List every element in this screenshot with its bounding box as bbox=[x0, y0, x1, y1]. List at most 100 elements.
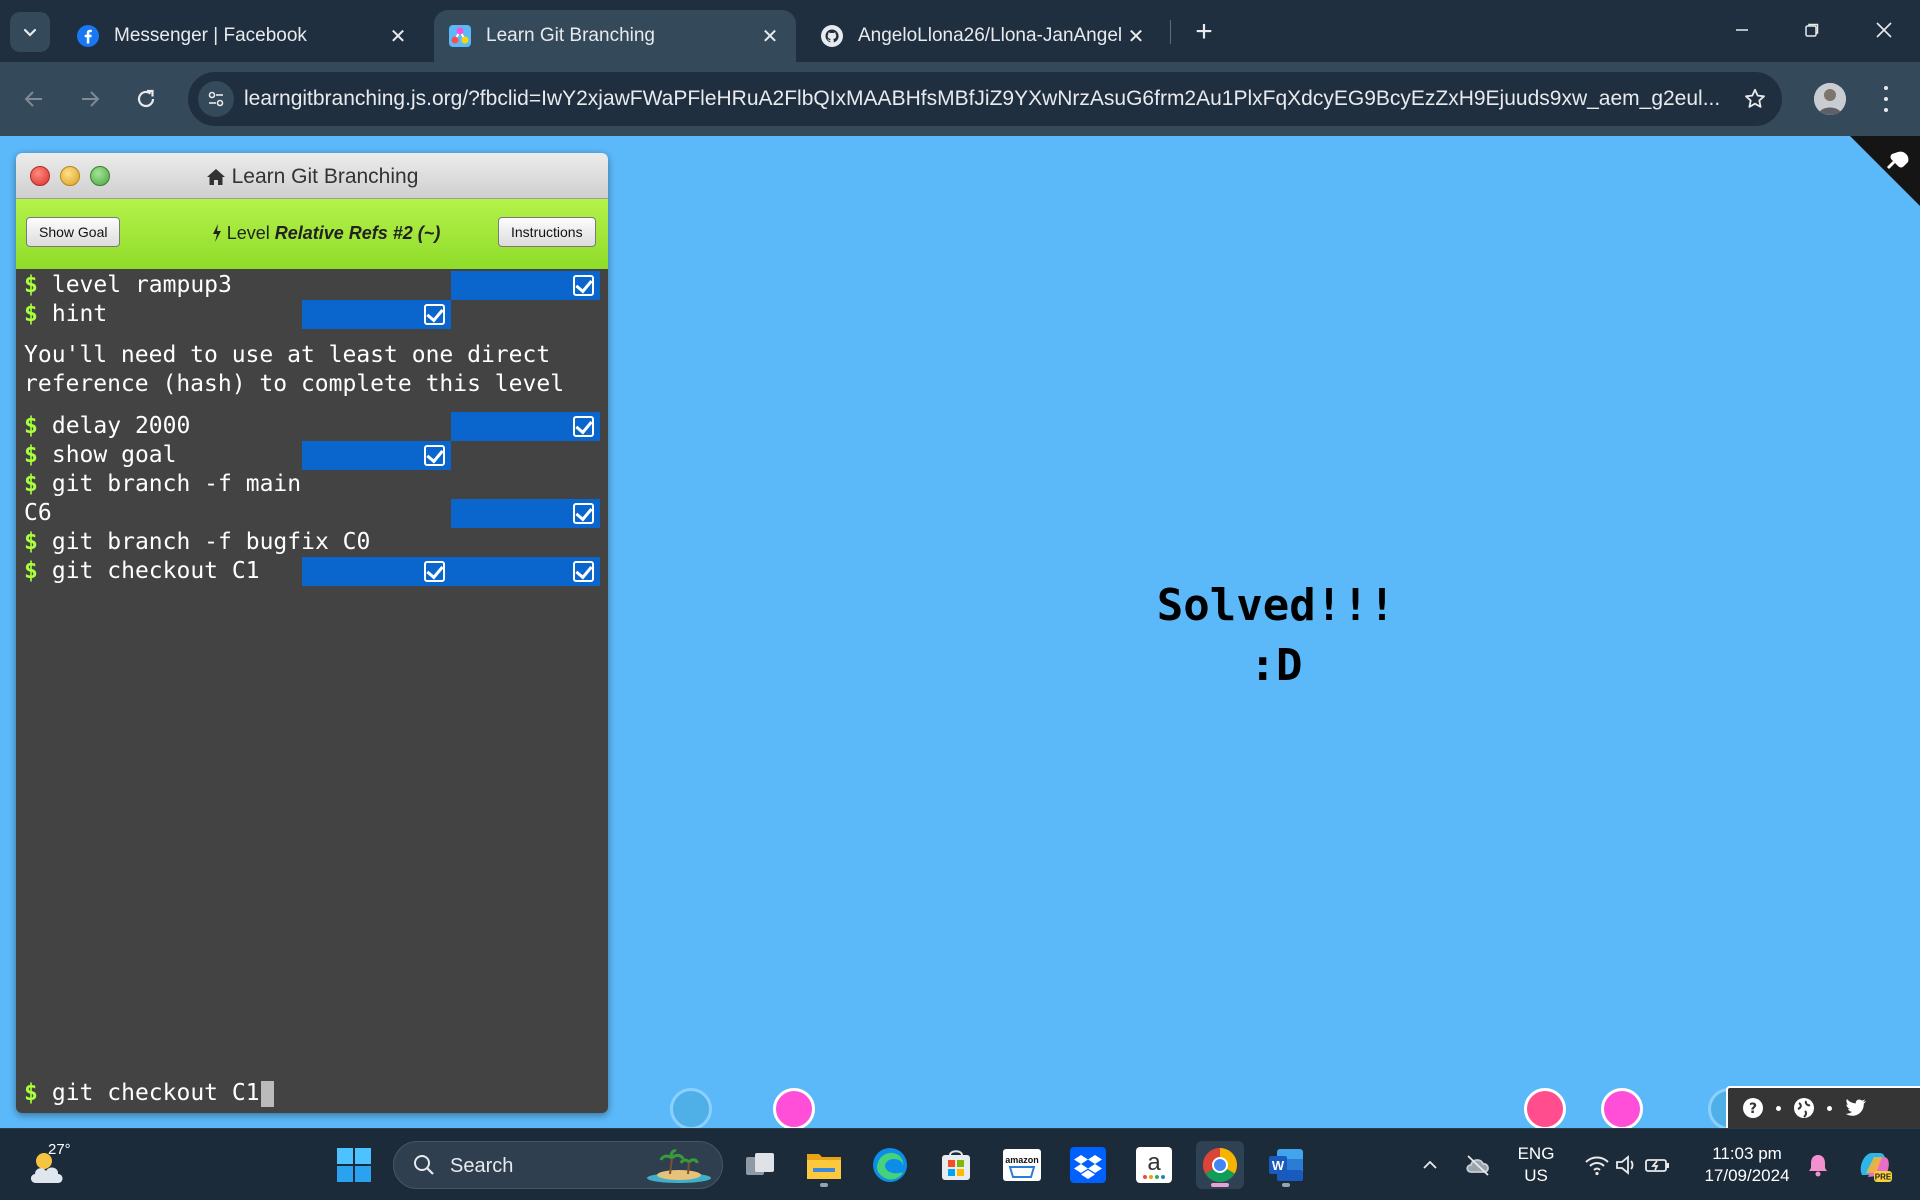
start-button[interactable] bbox=[330, 1141, 378, 1189]
checkbox-checked-icon bbox=[573, 503, 594, 524]
volume-icon bbox=[1616, 1155, 1634, 1175]
help-icon[interactable]: ? bbox=[1742, 1097, 1764, 1119]
checkbox-checked-icon bbox=[424, 445, 445, 466]
close-icon bbox=[1876, 22, 1892, 38]
facebook-icon bbox=[76, 24, 100, 48]
taskbar-store[interactable] bbox=[932, 1141, 980, 1189]
clock-time: 11:03 pm bbox=[1712, 1144, 1782, 1163]
command-success-bar bbox=[302, 300, 451, 329]
tab-title: Messenger | Facebook bbox=[114, 25, 307, 46]
bookmark-star-icon[interactable] bbox=[1740, 84, 1770, 114]
search-placeholder: Search bbox=[450, 1155, 514, 1177]
checkbox-checked-icon bbox=[573, 275, 594, 296]
twitter-icon[interactable] bbox=[1844, 1097, 1868, 1119]
appstore-icon: a bbox=[1136, 1147, 1172, 1183]
level-prefix: Level bbox=[226, 223, 270, 243]
taskbar-word[interactable]: W bbox=[1262, 1141, 1310, 1189]
tab-title: AngeloLlona26/Llona-JanAngel bbox=[858, 25, 1123, 46]
history-command: $ git branch -f bugfix C0 bbox=[24, 529, 371, 555]
taskbar-amazon-appstore[interactable]: a bbox=[1130, 1141, 1178, 1189]
onedrive-tray-button[interactable] bbox=[1454, 1141, 1502, 1189]
helper-separator bbox=[1776, 1105, 1781, 1111]
notifications-button[interactable] bbox=[1796, 1141, 1840, 1189]
amazon-icon: amazon bbox=[1003, 1149, 1041, 1181]
url-text: learngitbranching.js.org/?fbclid=IwY2xja… bbox=[244, 87, 1721, 110]
taskbar-amazon[interactable]: amazon bbox=[998, 1141, 1046, 1189]
history-command: $ hint bbox=[24, 301, 108, 327]
arrow-left-icon bbox=[24, 91, 42, 107]
taskbar-search[interactable]: Search bbox=[393, 1141, 723, 1189]
clock[interactable]: 11:03 pm 17/09/2024 bbox=[1692, 1143, 1802, 1187]
globe-icon[interactable] bbox=[1793, 1097, 1815, 1119]
search-icon bbox=[414, 1155, 434, 1175]
network-volume-battery-button[interactable] bbox=[1572, 1141, 1684, 1189]
running-indicator bbox=[820, 1183, 828, 1187]
dropbox-icon bbox=[1070, 1147, 1106, 1183]
taskbar-chrome[interactable] bbox=[1196, 1141, 1244, 1189]
windows-icon bbox=[337, 1148, 371, 1182]
new-tab-button[interactable]: + bbox=[1184, 14, 1224, 50]
history-output: You'll need to use at least one direct r… bbox=[24, 342, 565, 397]
git-command-window: Learn Git Branching Show Goal Level Rela… bbox=[16, 153, 608, 1113]
store-icon bbox=[942, 1150, 970, 1180]
word-icon: W bbox=[1269, 1149, 1303, 1181]
reload-icon bbox=[137, 89, 155, 108]
svg-text:W: W bbox=[1272, 1158, 1285, 1173]
instructions-button[interactable]: Instructions bbox=[498, 217, 596, 247]
wifi-icon bbox=[1585, 1156, 1609, 1176]
restore-button[interactable] bbox=[1780, 8, 1844, 52]
commit-node[interactable] bbox=[670, 1088, 712, 1128]
lightning-icon bbox=[212, 224, 221, 242]
terminal-history: $ level rampup3 $ hint You'll need to use … bbox=[16, 269, 608, 1113]
window-title: Learn Git Branching bbox=[16, 165, 608, 189]
back-button[interactable] bbox=[12, 77, 56, 121]
language-indicator[interactable]: ENG US bbox=[1506, 1143, 1566, 1187]
tab-messenger[interactable]: Messenger | Facebook ✕ bbox=[62, 10, 424, 62]
arrow-right-icon bbox=[82, 91, 100, 107]
tab-github[interactable]: AngeloLlona26/Llona-JanAngel ✕ bbox=[806, 10, 1162, 62]
checkbox-checked-icon bbox=[424, 561, 445, 582]
command-input-text: git checkout C1 bbox=[51, 1080, 260, 1106]
reload-button[interactable] bbox=[124, 77, 168, 121]
show-goal-button[interactable]: Show Goal bbox=[26, 217, 121, 247]
commit-node[interactable] bbox=[1524, 1088, 1566, 1128]
restore-icon bbox=[1805, 23, 1819, 37]
weather-widget[interactable]: 27° bbox=[26, 1141, 76, 1187]
show-hidden-icons-button[interactable] bbox=[1406, 1141, 1454, 1189]
address-bar[interactable]: learngitbranching.js.org/?fbclid=IwY2xja… bbox=[188, 72, 1782, 126]
close-icon[interactable]: ✕ bbox=[758, 24, 782, 48]
home-icon bbox=[206, 169, 225, 185]
commit-node[interactable] bbox=[773, 1088, 815, 1128]
level-bar: Show Goal Level Relative Refs #2 (~) Ins… bbox=[16, 199, 608, 269]
browser-toolbar: learngitbranching.js.org/?fbclid=IwY2xja… bbox=[0, 62, 1920, 136]
taskbar-dropbox[interactable] bbox=[1064, 1141, 1112, 1189]
chevron-up-icon bbox=[1423, 1160, 1437, 1169]
profile-avatar[interactable] bbox=[1814, 83, 1846, 115]
site-settings-icon[interactable] bbox=[198, 81, 234, 117]
close-icon[interactable]: ✕ bbox=[386, 24, 410, 48]
close-icon[interactable]: ✕ bbox=[1124, 24, 1148, 48]
tab-title: Learn Git Branching bbox=[486, 25, 655, 46]
user-avatar-icon bbox=[1814, 83, 1846, 115]
close-window-button[interactable] bbox=[1852, 8, 1916, 52]
command-success-bar bbox=[451, 412, 600, 441]
tab-search-button[interactable] bbox=[10, 12, 50, 52]
solved-line-2: :D bbox=[1249, 640, 1303, 691]
minimize-icon bbox=[1736, 29, 1748, 31]
minimize-button[interactable] bbox=[1710, 8, 1774, 52]
tab-learn-git-branching[interactable]: Learn Git Branching ✕ bbox=[434, 10, 796, 62]
browser-menu-button[interactable] bbox=[1872, 82, 1900, 116]
svg-text:PRE: PRE bbox=[1875, 1173, 1892, 1182]
running-indicator bbox=[1211, 1183, 1229, 1187]
command-input[interactable]: $ git checkout C1 bbox=[24, 1079, 274, 1108]
taskbar: 27° Search amazon a W ENG US 11:03 pm 17… bbox=[0, 1128, 1920, 1200]
fork-corner-icon[interactable] bbox=[1850, 136, 1920, 206]
taskbar-file-explorer[interactable] bbox=[800, 1141, 848, 1189]
commit-node[interactable] bbox=[1601, 1088, 1643, 1128]
task-view-button[interactable] bbox=[736, 1141, 784, 1189]
forward-button[interactable] bbox=[68, 77, 112, 121]
command-success-bar bbox=[451, 499, 600, 528]
copilot-button[interactable]: PRE bbox=[1848, 1141, 1900, 1189]
history-command: $ git checkout C1 bbox=[24, 558, 260, 584]
taskbar-edge[interactable] bbox=[866, 1141, 914, 1189]
